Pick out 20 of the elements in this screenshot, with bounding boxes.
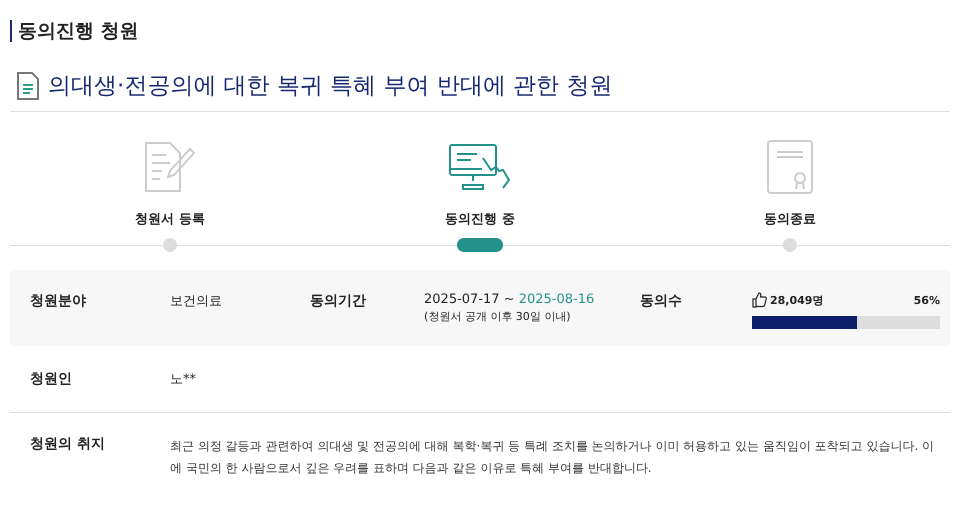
field-value: 보건의료 [170,293,223,310]
signature-count: 28,049명 [770,292,824,308]
document-icon [16,72,40,100]
period-label: 동의기간 [310,292,367,310]
step-label: 동의종료 [764,211,816,228]
period-end: 2025-08-16 [518,292,594,307]
purpose-text: 최근 의정 갈등과 관련하여 의대생 및 전공의에 대해 복학·복귀 등 특례 조치를 논의하거나 이미 허용하고 있는 움직임이 포착되고 있습니다. 이에 국민의 한 사람으로서 깊은 우려를 표하며 다음과 같은 이유로 특혜 부여를 반대합니다. [170,438,936,477]
field-label: 청원분야 [29,292,87,310]
count-label: 동의수 [640,292,683,310]
petitioner-label: 청원인 [29,370,73,388]
section-title: 동의진행 청원 [10,20,950,42]
percent-text: 56% [914,294,940,306]
purpose-label: 청원의 취지 [29,435,106,453]
period-note: (청원서 공개 이후 30일 이내) [424,309,572,324]
period-start: 2025-07-17 ~ [424,292,515,307]
thumbs-up-icon [752,292,767,308]
step-label: 청원서 등록 [135,211,205,228]
petitioner-value: 노** [170,371,196,388]
step-label: 동의진행 중 [445,211,515,228]
petition-title: 의대생·전공의에 대한 복귀 특혜 부여 반대에 관한 청원 [48,72,612,101]
